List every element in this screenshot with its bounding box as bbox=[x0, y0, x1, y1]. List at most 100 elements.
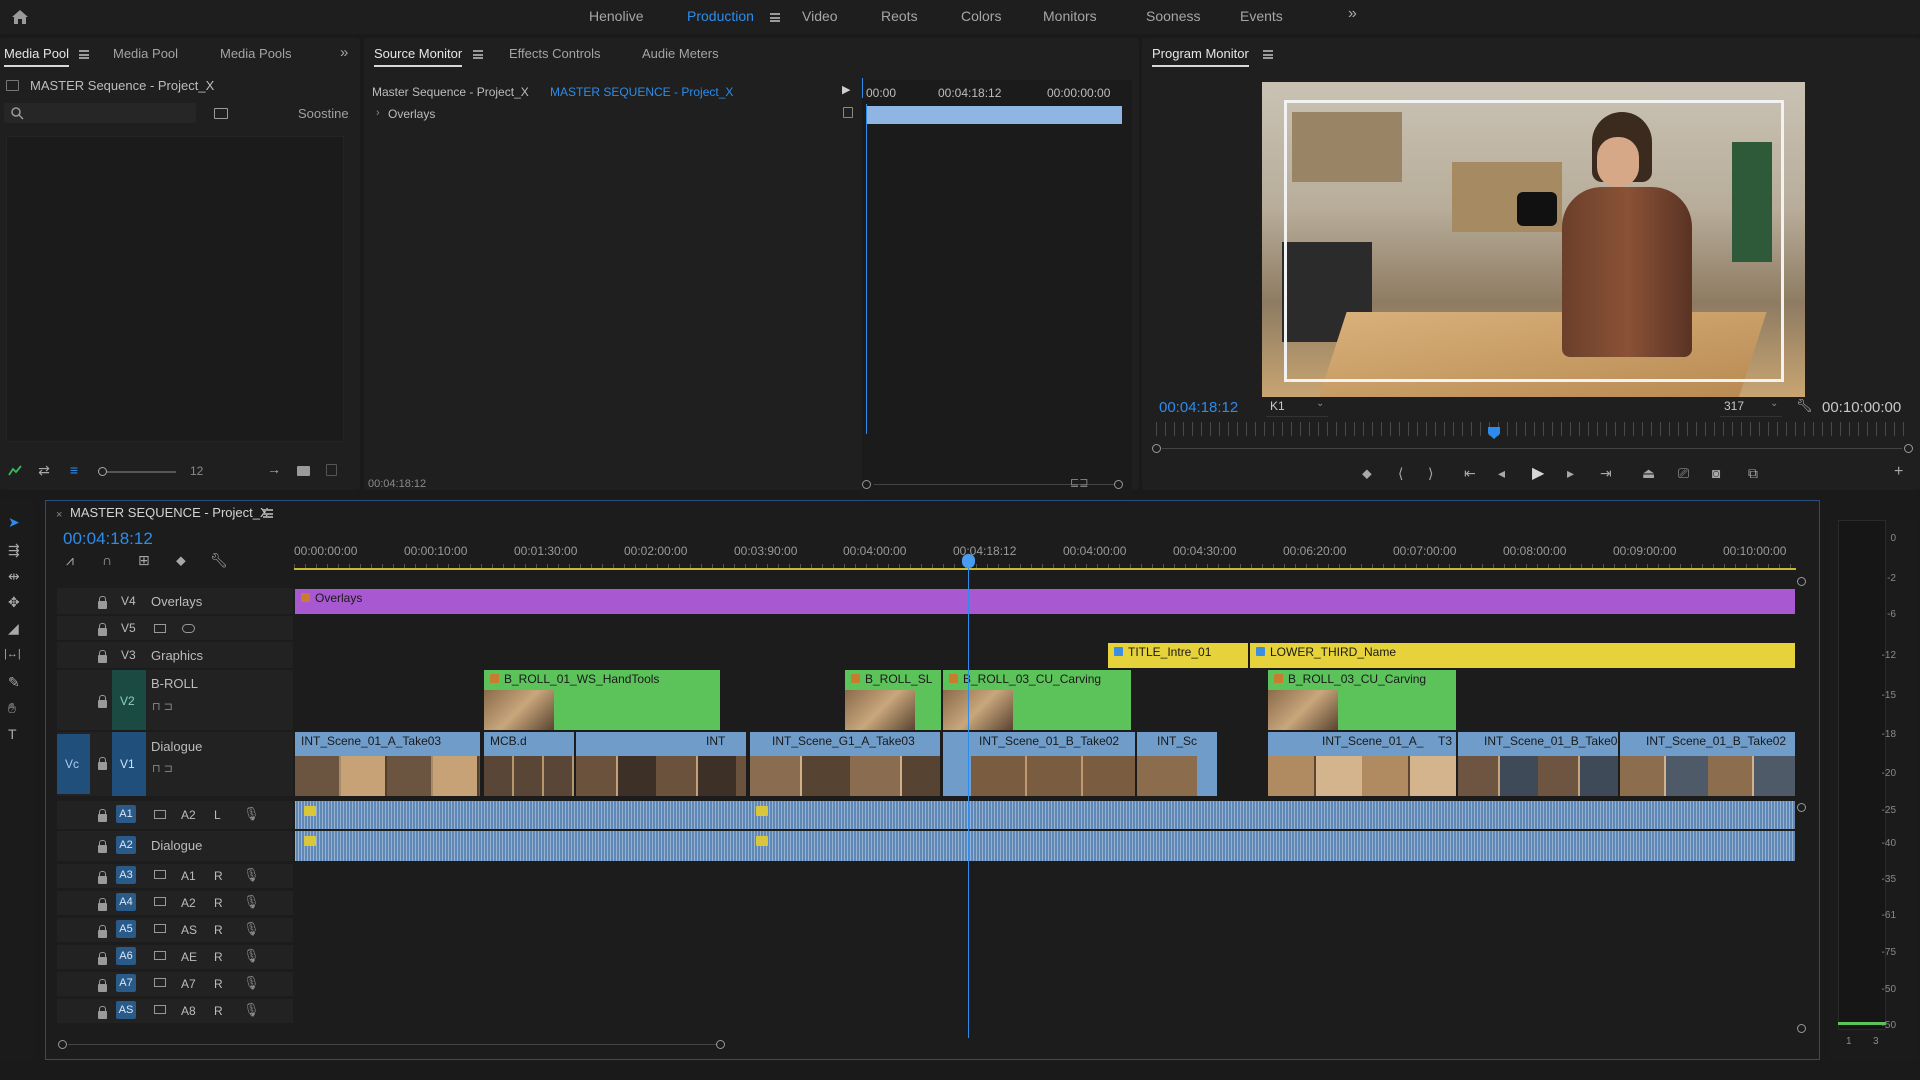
track-flag[interactable]: R bbox=[214, 923, 223, 937]
sync-lock-icon[interactable] bbox=[154, 924, 166, 933]
workspace-overflow-icon[interactable]: » bbox=[1348, 5, 1357, 23]
hand-tool-icon[interactable]: ✋︎ bbox=[8, 700, 16, 717]
sync-lock-icon[interactable] bbox=[154, 870, 166, 879]
clip-broll-carving-2[interactable]: B_ROLL_03_CU_Carving bbox=[1268, 670, 1456, 730]
pen-tool-icon[interactable]: ✎ bbox=[8, 674, 20, 691]
track-flag[interactable]: R bbox=[214, 977, 223, 991]
keyframe-clip-bar[interactable] bbox=[866, 106, 1122, 124]
clip-v1-scene01b-take02[interactable]: INT_Scene_01_B_Take02 bbox=[943, 732, 1135, 796]
clip-broll-carving[interactable]: B_ROLL_03_CU_Carving bbox=[943, 670, 1131, 730]
audio-clip-a2[interactable] bbox=[295, 831, 1795, 861]
clip-v1-scene01b-take02-3[interactable]: INT_Scene_01_B_Take02 bbox=[1620, 732, 1795, 796]
tab-media-pools[interactable]: Media Pools bbox=[220, 46, 292, 61]
workspace-tab-active[interactable]: Production bbox=[687, 8, 754, 24]
vertical-zoom-handle[interactable] bbox=[1797, 577, 1806, 586]
clip-v1-sceneg1a-take03[interactable]: INT_Scene_G1_A_Take03 bbox=[750, 732, 940, 796]
type-tool-icon[interactable]: T bbox=[8, 726, 17, 742]
workspace-tab[interactable]: Events bbox=[1240, 8, 1283, 24]
microphone-icon[interactable]: 🎙︎ bbox=[243, 975, 260, 991]
vertical-zoom-handle[interactable] bbox=[1797, 803, 1806, 812]
timeline-horizontal-scrollbar[interactable] bbox=[68, 1044, 718, 1045]
lock-icon[interactable] bbox=[98, 623, 107, 636]
vertical-zoom-handle[interactable] bbox=[1797, 1024, 1806, 1033]
meter-channel[interactable]: 3 bbox=[1873, 1036, 1879, 1047]
clip-overlays[interactable]: Overlays bbox=[295, 589, 1795, 614]
step-back-icon[interactable]: ◂ bbox=[1498, 465, 1505, 482]
program-scrubber[interactable] bbox=[1156, 422, 1908, 436]
workspace-tab[interactable]: Monitors bbox=[1043, 8, 1097, 24]
expand-chevron-icon[interactable]: › bbox=[376, 107, 380, 119]
lock-icon[interactable] bbox=[98, 871, 107, 884]
move-tool-icon[interactable]: ✥ bbox=[8, 594, 20, 611]
zoom-handle-left[interactable] bbox=[1152, 444, 1161, 453]
timeline-playhead-handle[interactable] bbox=[962, 554, 975, 568]
track-flag[interactable]: L bbox=[214, 808, 221, 822]
panel-menu-icon[interactable] bbox=[473, 50, 483, 59]
wrench-icon[interactable]: 🔧︎ bbox=[1796, 398, 1813, 414]
lock-icon[interactable] bbox=[98, 898, 107, 911]
clip-lower-third[interactable]: LOWER_THIRD_Name bbox=[1250, 643, 1795, 668]
track-flag[interactable]: R bbox=[214, 896, 223, 910]
scroll-handle-left[interactable] bbox=[862, 480, 871, 489]
scroll-handle-right[interactable] bbox=[1114, 480, 1123, 489]
panel-menu-icon[interactable] bbox=[1263, 50, 1273, 59]
sync-icons[interactable]: ⊓ ⊐ bbox=[152, 762, 173, 775]
lift-icon[interactable]: ⏏ bbox=[1642, 465, 1655, 482]
lock-icon[interactable] bbox=[98, 1006, 107, 1019]
tab-effects-controls[interactable]: Effects Controls bbox=[509, 46, 601, 61]
fit-select[interactable]: K1 ⌄ bbox=[1266, 397, 1328, 417]
marker-icon[interactable]: ⬥ bbox=[176, 552, 186, 569]
track-id[interactable]: A3 bbox=[116, 866, 136, 884]
workspace-tab[interactable]: Video bbox=[802, 8, 838, 24]
clip-broll-sl[interactable]: B_ROLL_SL bbox=[845, 670, 941, 730]
microphone-icon[interactable]: 🎙︎ bbox=[243, 894, 260, 910]
go-to-in-icon[interactable]: ⇤ bbox=[1464, 465, 1476, 482]
lock-icon[interactable] bbox=[98, 695, 107, 708]
workspace-tab[interactable]: Henolive bbox=[589, 8, 643, 24]
sort-label[interactable]: Soostine bbox=[298, 106, 349, 121]
zoom-bar[interactable] bbox=[1162, 448, 1902, 449]
mark-in-icon[interactable]: ⟨ bbox=[1398, 465, 1403, 482]
panel-menu-icon[interactable] bbox=[263, 509, 273, 518]
workspace-tab[interactable]: Reots bbox=[881, 8, 918, 24]
extract-icon[interactable]: ⎚ bbox=[1678, 465, 1689, 482]
workspace-tab[interactable]: Colors bbox=[961, 8, 1001, 24]
track-flag[interactable]: R bbox=[214, 950, 223, 964]
track-id[interactable]: A5 bbox=[116, 920, 136, 938]
mark-out-icon[interactable]: ⟩ bbox=[1428, 465, 1433, 482]
track-id[interactable]: AS bbox=[116, 1001, 136, 1019]
add-marker-timeline-icon[interactable]: ⊞ bbox=[138, 552, 150, 569]
tab-audio-meters[interactable]: Audie Meters bbox=[642, 46, 719, 61]
timeline-timecode[interactable]: 00:04:18:12 bbox=[63, 529, 153, 549]
track-id[interactable]: A6 bbox=[116, 947, 136, 965]
track-header-v5[interactable] bbox=[57, 616, 293, 640]
media-search-input[interactable] bbox=[4, 103, 196, 123]
clip-v1-scene01a[interactable]: INT_Scene_01_A_ T3 bbox=[1268, 732, 1456, 796]
camera-icon[interactable]: ◙ bbox=[1712, 465, 1720, 481]
selection-tool-icon[interactable]: ➤ bbox=[8, 514, 20, 531]
close-icon[interactable]: × bbox=[56, 509, 62, 521]
multi-camera-icon[interactable]: ⧉ bbox=[1748, 465, 1758, 482]
track-flag[interactable]: R bbox=[214, 1004, 223, 1018]
playhead-marker[interactable] bbox=[862, 78, 870, 98]
microphone-icon[interactable]: 🎙︎ bbox=[243, 1002, 260, 1018]
clip-title-intro[interactable]: TITLE_Intre_01 bbox=[1108, 643, 1248, 668]
tab-media-pool[interactable]: Media Pool bbox=[4, 46, 70, 67]
tab-source-monitor[interactable]: Source Monitor bbox=[374, 46, 463, 67]
list-view-icon[interactable] bbox=[8, 465, 22, 477]
program-video-frame[interactable] bbox=[1262, 82, 1805, 397]
sync-lock-icon[interactable] bbox=[154, 897, 166, 906]
tab-media-pool-2[interactable]: Media Pool bbox=[113, 46, 178, 61]
razor-tool-icon[interactable]: ◢ bbox=[8, 620, 19, 637]
sync-lock-icon[interactable] bbox=[154, 810, 166, 819]
new-bin-icon[interactable] bbox=[214, 108, 228, 119]
clip-v1-int-sc[interactable]: INT_Sc bbox=[1137, 732, 1217, 796]
clip-broll-handtools[interactable]: B_ROLL_01_WS_HandTools bbox=[484, 670, 720, 730]
clip-v1-scene01a-take03[interactable]: INT_Scene_01_A_Take03 bbox=[295, 732, 480, 796]
home-icon[interactable] bbox=[10, 7, 30, 27]
lock-icon[interactable] bbox=[98, 840, 107, 853]
snap-icon[interactable]: ⩘ bbox=[66, 552, 74, 569]
meter-channel[interactable]: 1 bbox=[1846, 1036, 1852, 1047]
trash-icon[interactable] bbox=[326, 464, 337, 476]
go-to-out-icon[interactable]: ⇥ bbox=[1600, 465, 1612, 482]
